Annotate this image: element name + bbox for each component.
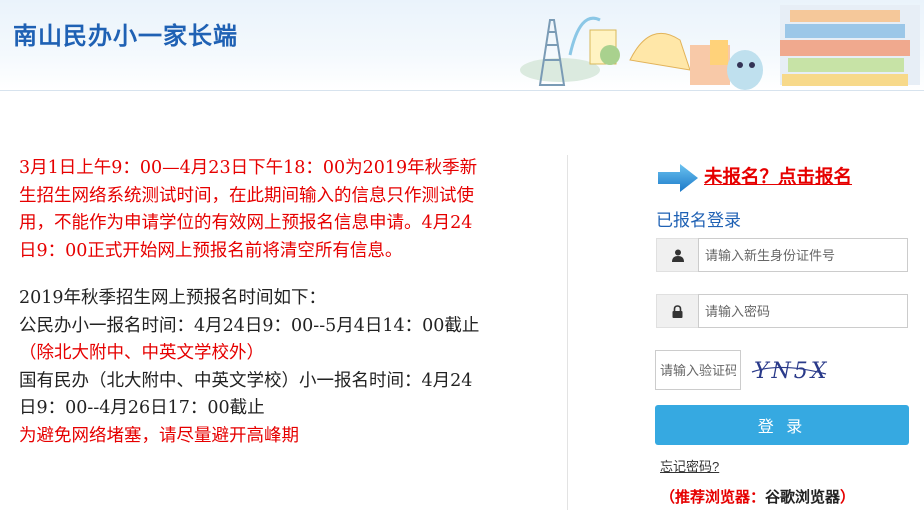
vertical-divider (567, 155, 568, 510)
register-row: 未报名？点击报名 (656, 160, 912, 196)
page-header: 南山民办小一家长端 (0, 0, 924, 91)
schedule-title: 2019年秋季招生网上预报名时间如下： (19, 288, 327, 308)
public-exception: （除北大附中、中英文学校外） (19, 343, 264, 363)
forgot-password-link[interactable]: 忘记密码? (660, 456, 719, 475)
site-title: 南山民办小一家长端 (13, 22, 238, 50)
avoid-peak-notice: 为避免网络堵塞，请尽量避开高峰期 (19, 425, 299, 446)
test-period-notice: 3月1日上午9：00—4月23日下午18：00为2019年秋季新生招生网络系统测… (19, 158, 478, 261)
browser-label: （推荐浏览器： (660, 489, 766, 506)
browser-close: ） (840, 489, 856, 506)
browser-recommendation: （推荐浏览器：谷歌浏览器） (660, 486, 855, 507)
lock-icon (656, 294, 698, 328)
id-number-input[interactable] (698, 238, 908, 272)
login-title: 已报名登录 (656, 211, 741, 230)
register-link[interactable]: 未报名？点击报名 (704, 163, 852, 189)
arrow-right-icon (658, 164, 698, 192)
notice-panel: 3月1日上午9：00—4月23日下午18：00为2019年秋季新生招生网络系统测… (19, 155, 489, 450)
password-field (656, 294, 908, 328)
browser-value: 谷歌浏览器 (765, 489, 841, 506)
password-input[interactable] (698, 294, 908, 328)
id-field (656, 238, 908, 272)
state-schedule: 国有民办（北大附中、中英文学校）小一报名时间：4月24日9：00--4月26日1… (19, 370, 473, 419)
captcha-image[interactable]: YN5X (750, 354, 830, 386)
header-illustration (520, 5, 920, 90)
login-button[interactable]: 登 录 (655, 405, 909, 445)
user-icon (656, 238, 698, 272)
public-schedule: 公民办小一报名时间：4月24日9：00--5月4日14：00截止 (19, 315, 480, 336)
schedule-block: 2019年秋季招生网上预报名时间如下： 公民办小一报名时间：4月24日9：00-… (19, 285, 489, 450)
captcha-input[interactable] (655, 350, 741, 390)
